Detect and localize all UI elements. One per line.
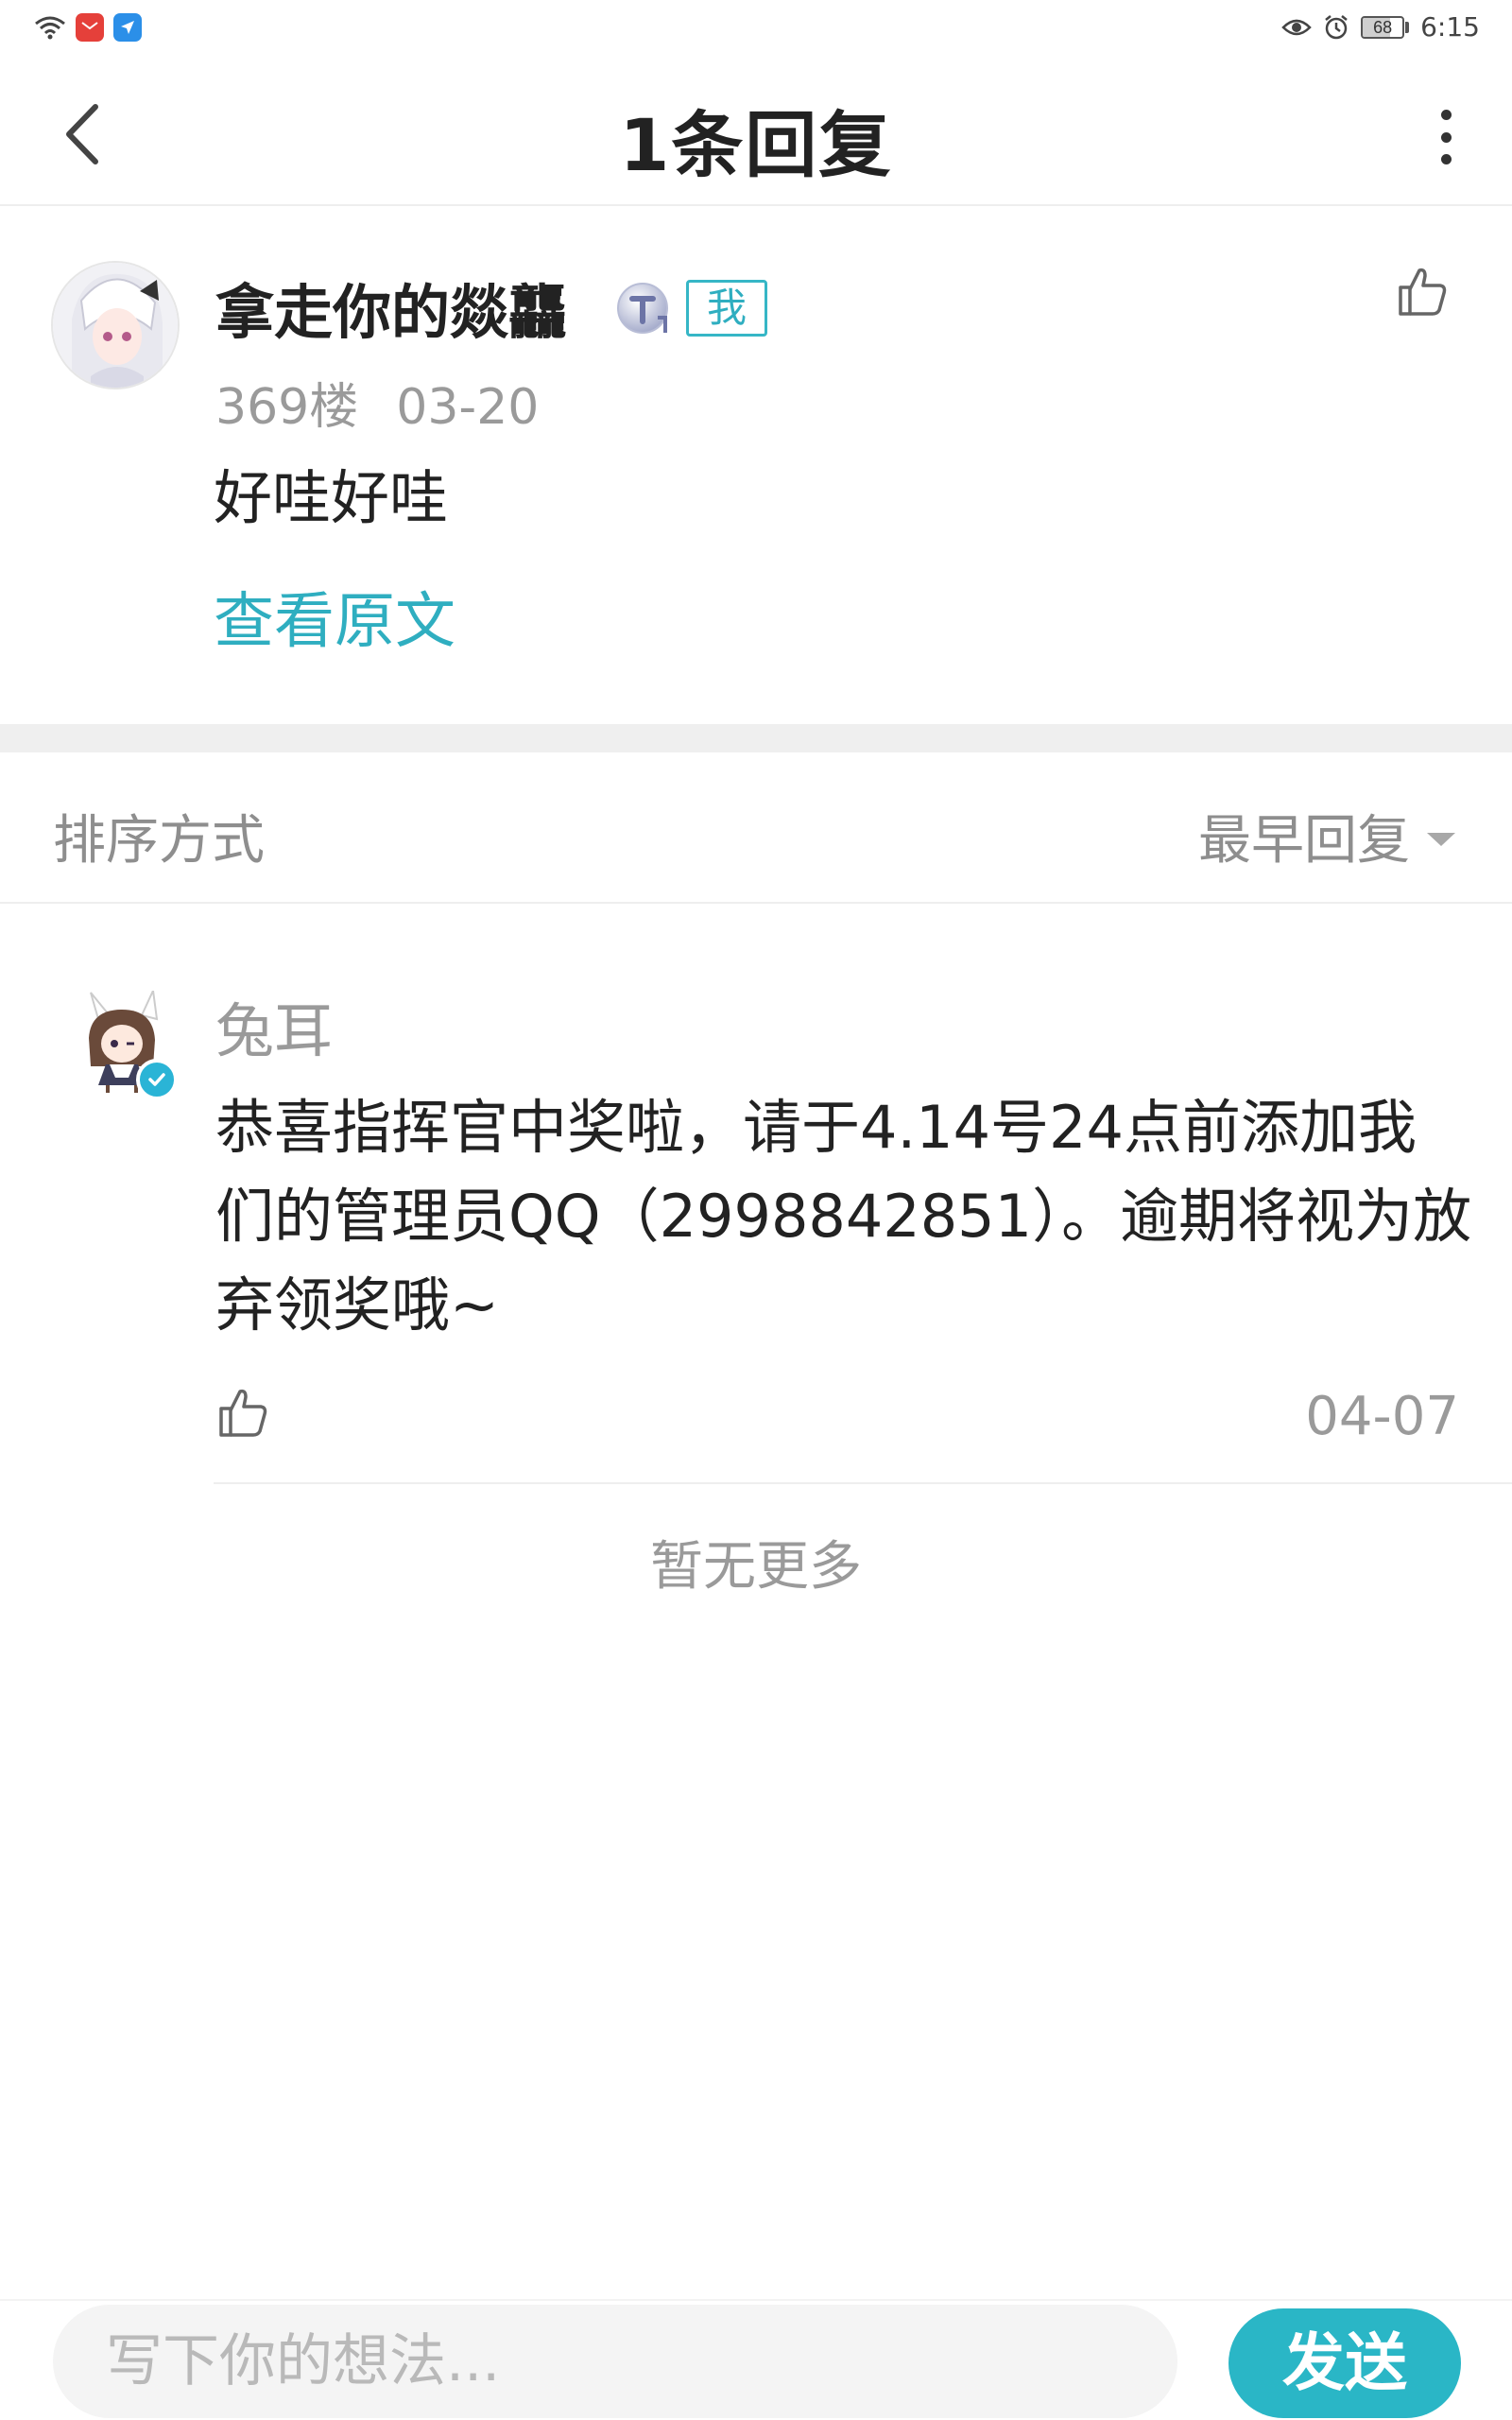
post-floor: 369楼 (215, 379, 359, 436)
alarm-icon (1325, 14, 1348, 39)
eye-icon (1281, 19, 1312, 35)
status-time: 6:15 (1420, 11, 1480, 43)
battery-level: 68 (1373, 17, 1393, 37)
me-badge: 我 (686, 280, 767, 337)
reply-like-button[interactable] (214, 1384, 270, 1441)
post-date: 03-20 (396, 379, 540, 436)
comment-input[interactable] (53, 2305, 1177, 2418)
sort-selected-value: 最早回复 (1198, 810, 1410, 872)
thumbs-up-icon (219, 1389, 267, 1437)
wifi-icon (35, 16, 65, 40)
original-post: 拿走你的燚龘 我 369楼 03-20 好哇好哇 查看原文 (0, 206, 1512, 724)
post-content: 好哇好哇 (214, 463, 449, 532)
top-bar: 1条回复 (0, 59, 1512, 206)
more-vertical-icon (1440, 110, 1452, 120)
level-badge-icon (617, 283, 668, 334)
thumbs-up-icon (1399, 268, 1447, 316)
page-title: 1条回复 (619, 103, 893, 187)
post-author-name[interactable]: 拿走你的燚龘 (215, 265, 567, 350)
post-author-avatar[interactable] (51, 261, 180, 389)
no-more-text: 暂无更多 (650, 1536, 862, 1598)
messenger-app-icon (113, 13, 142, 42)
comment-composer: 发送 (0, 2299, 1512, 2420)
status-bar-left (34, 13, 142, 42)
reply-content: 恭喜指挥官中奖啦，请于4.14号24点前添加我们的管理员QQ（299884285… (215, 1093, 1472, 1340)
sort-dropdown[interactable]: 最早回复 (1198, 798, 1455, 874)
reply-item: 兔耳 恭喜指挥官中奖啦，请于4.14号24点前添加我们的管理员QQ（299884… (0, 904, 1512, 1486)
verified-check-icon (136, 1059, 178, 1100)
post-meta: 369楼 03-20 (215, 367, 539, 438)
reply-author-name[interactable]: 兔耳 (215, 983, 333, 1068)
section-divider (0, 724, 1512, 752)
more-button[interactable] (1427, 104, 1465, 170)
battery-icon: 68 (1361, 15, 1410, 39)
huawei-app-icon (76, 13, 104, 42)
reply-date: 04-07 (1305, 1386, 1459, 1447)
view-original-link[interactable]: 查看原文 (214, 573, 455, 660)
post-like-button[interactable] (1393, 263, 1450, 320)
sort-bar: 排序方式 最早回复 (0, 752, 1512, 904)
status-bar-right: 68 6:15 (1281, 11, 1480, 43)
caret-down-icon (1427, 832, 1455, 846)
send-button[interactable]: 发送 (1228, 2308, 1461, 2418)
sort-label: 排序方式 (53, 810, 265, 872)
reply-divider (214, 1482, 1512, 1484)
status-bar: 68 6:15 (0, 0, 1512, 59)
